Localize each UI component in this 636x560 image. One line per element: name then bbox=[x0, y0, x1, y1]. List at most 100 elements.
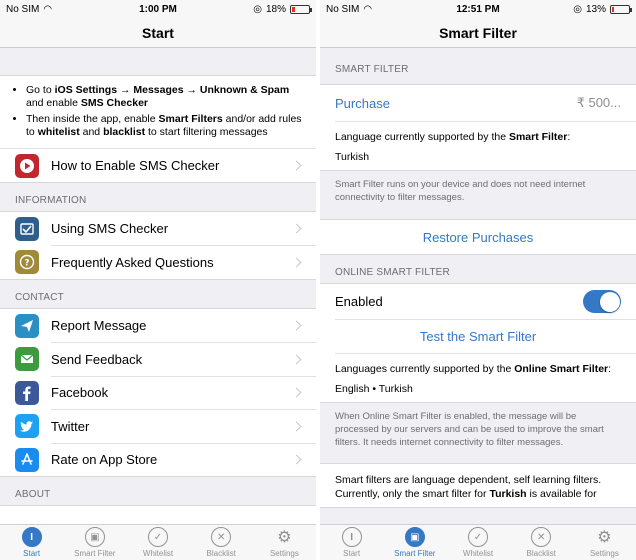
about-group bbox=[0, 505, 316, 524]
purchase-price: ₹ 500... bbox=[576, 95, 621, 110]
wifi-icon: ◠ bbox=[363, 3, 373, 15]
instruction-item: Then inside the app, enable Smart Filter… bbox=[26, 113, 302, 138]
instruction-item: Go to iOS Settings → Messages → Unknown … bbox=[26, 84, 302, 109]
battery-icon bbox=[610, 4, 632, 14]
tab-blacklist[interactable]: ✕ Blacklist bbox=[510, 525, 573, 560]
tab-label: Smart Filter bbox=[74, 549, 116, 558]
carrier-label: No SIM bbox=[326, 3, 360, 15]
status-bar: No SIM ◠ 12:51 PM ◎ 13% bbox=[320, 0, 636, 18]
row-label: Send Feedback bbox=[51, 351, 143, 367]
battery-percent: 18% bbox=[265, 3, 286, 15]
tab-label: Settings bbox=[269, 549, 299, 558]
enabled-row: Enabled bbox=[320, 284, 636, 319]
tab-label: Smart Filter bbox=[394, 549, 436, 558]
section-header-contact: CONTACT bbox=[15, 291, 64, 303]
online-language-cell: Languages currently supported by the Onl… bbox=[320, 353, 636, 402]
facebook-icon bbox=[15, 380, 39, 405]
facebook-row[interactable]: Facebook bbox=[0, 375, 316, 410]
start-screen: No SIM ◠ 1:00 PM ◎ 18% Start Go to iOS S… bbox=[0, 0, 316, 560]
information-group: Using SMS Checker ? Frequently Asked Que… bbox=[0, 210, 316, 280]
row-label: Using SMS Checker bbox=[51, 221, 169, 237]
tab-label: Blacklist bbox=[526, 549, 556, 558]
purchase-row[interactable]: Purchase ₹ 500... bbox=[320, 85, 636, 121]
how-to-enable-row[interactable]: How to Enable SMS Checker bbox=[0, 148, 316, 182]
tab-settings[interactable]: ⚙ Settings bbox=[253, 525, 316, 560]
report-message-row[interactable]: Report Message bbox=[0, 308, 316, 343]
tab-label: Whitelist bbox=[462, 549, 494, 558]
chevron-right-icon bbox=[291, 223, 302, 234]
question-icon: ? bbox=[15, 250, 39, 275]
test-smart-filter-button[interactable]: Test the Smart Filter bbox=[320, 319, 636, 353]
rate-app-store-row[interactable]: Rate on App Store bbox=[0, 442, 316, 477]
using-sms-checker-row[interactable]: Using SMS Checker bbox=[0, 211, 316, 246]
page-title: Start bbox=[0, 18, 316, 48]
start-icon: I bbox=[341, 527, 362, 547]
row-label: Report Message bbox=[51, 318, 147, 334]
page-title: Smart Filter bbox=[320, 18, 636, 48]
section-header-online-smart-filter: ONLINE SMART FILTER bbox=[335, 267, 450, 278]
tab-settings[interactable]: ⚙ Settings bbox=[573, 525, 636, 560]
tab-label: Start bbox=[23, 549, 41, 558]
smart-filter-footer: Smart Filter runs on your device and doe… bbox=[335, 179, 586, 203]
row-label: How to Enable SMS Checker bbox=[51, 158, 220, 174]
purchase-label: Purchase bbox=[335, 95, 390, 111]
tab-label: Settings bbox=[589, 549, 619, 558]
tab-label: Start bbox=[343, 549, 361, 558]
row-label: Twitter bbox=[51, 418, 90, 434]
restore-group: Restore Purchases bbox=[320, 219, 636, 255]
restore-purchases-button[interactable]: Restore Purchases bbox=[320, 220, 636, 254]
section-header-about: ABOUT bbox=[15, 489, 51, 501]
tab-smart-filter[interactable]: ▣ Smart Filter bbox=[63, 525, 126, 560]
tab-blacklist[interactable]: ✕ Blacklist bbox=[190, 525, 253, 560]
x-icon: ✕ bbox=[531, 527, 552, 547]
info-group: Smart filters are language dependent, se… bbox=[320, 463, 636, 508]
online-smart-filter-footer: When Online Smart Filter is enabled, the… bbox=[335, 411, 604, 448]
smart-filter-group: Purchase ₹ 500... Language currently sup… bbox=[320, 84, 636, 171]
x-icon: ✕ bbox=[211, 527, 232, 547]
tab-label: Whitelist bbox=[142, 549, 174, 558]
chevron-right-icon bbox=[291, 257, 302, 268]
tab-smart-filter[interactable]: ▣ Smart Filter bbox=[383, 525, 446, 560]
tab-start[interactable]: I Start bbox=[0, 525, 63, 560]
battery-percent: 13% bbox=[585, 3, 606, 15]
chevron-right-icon bbox=[291, 454, 302, 465]
instructions-list: Go to iOS Settings → Messages → Unknown … bbox=[0, 76, 316, 149]
wifi-icon: ◠ bbox=[43, 3, 53, 15]
enabled-label: Enabled bbox=[335, 294, 383, 309]
send-feedback-row[interactable]: Send Feedback bbox=[0, 342, 316, 376]
gear-icon: ⚙ bbox=[597, 529, 612, 546]
play-icon bbox=[15, 153, 39, 178]
check-icon: ✓ bbox=[468, 527, 488, 547]
gear-icon: ⚙ bbox=[277, 529, 292, 546]
section-header-information: INFORMATION bbox=[15, 194, 87, 206]
chevron-right-icon bbox=[291, 387, 302, 398]
chip-icon: ▣ bbox=[404, 527, 425, 547]
paper-plane-icon bbox=[15, 313, 39, 338]
lock-rotation-icon: ◎ bbox=[573, 3, 582, 15]
carrier-label: No SIM bbox=[6, 3, 40, 15]
contact-group: Report Message Send Feedback Facebook Tw… bbox=[0, 307, 316, 478]
info-text: Smart filters are language dependent, se… bbox=[320, 464, 636, 507]
row-label: Rate on App Store bbox=[51, 452, 158, 468]
check-icon: ✓ bbox=[148, 527, 168, 547]
tab-start[interactable]: I Start bbox=[320, 525, 383, 560]
smart-filter-screen: No SIM ◠ 12:51 PM ◎ 13% Smart Filter SMA… bbox=[320, 0, 636, 560]
faq-row[interactable]: ? Frequently Asked Questions bbox=[0, 245, 316, 279]
tab-whitelist[interactable]: ✓ Whitelist bbox=[446, 525, 509, 560]
twitter-row[interactable]: Twitter bbox=[0, 409, 316, 443]
instructions-group: Go to iOS Settings → Messages → Unknown … bbox=[0, 75, 316, 183]
battery-icon bbox=[290, 4, 312, 14]
chip-icon: ▣ bbox=[84, 527, 105, 547]
envelope-icon bbox=[15, 347, 39, 372]
online-smart-filter-group: Enabled Test the Smart Filter Languages … bbox=[320, 283, 636, 403]
tab-bar: I Start ▣ Smart Filter ✓ Whitelist ✕ Bla… bbox=[0, 524, 316, 560]
checklist-icon bbox=[15, 216, 39, 241]
row-label: Frequently Asked Questions bbox=[51, 254, 214, 270]
language-value: Turkish bbox=[335, 151, 370, 163]
chevron-right-icon bbox=[291, 354, 302, 365]
status-bar: No SIM ◠ 1:00 PM ◎ 18% bbox=[0, 0, 316, 18]
chevron-right-icon bbox=[291, 320, 302, 331]
tab-whitelist[interactable]: ✓ Whitelist bbox=[126, 525, 189, 560]
svg-text:?: ? bbox=[24, 259, 29, 269]
enabled-toggle[interactable] bbox=[583, 290, 621, 313]
